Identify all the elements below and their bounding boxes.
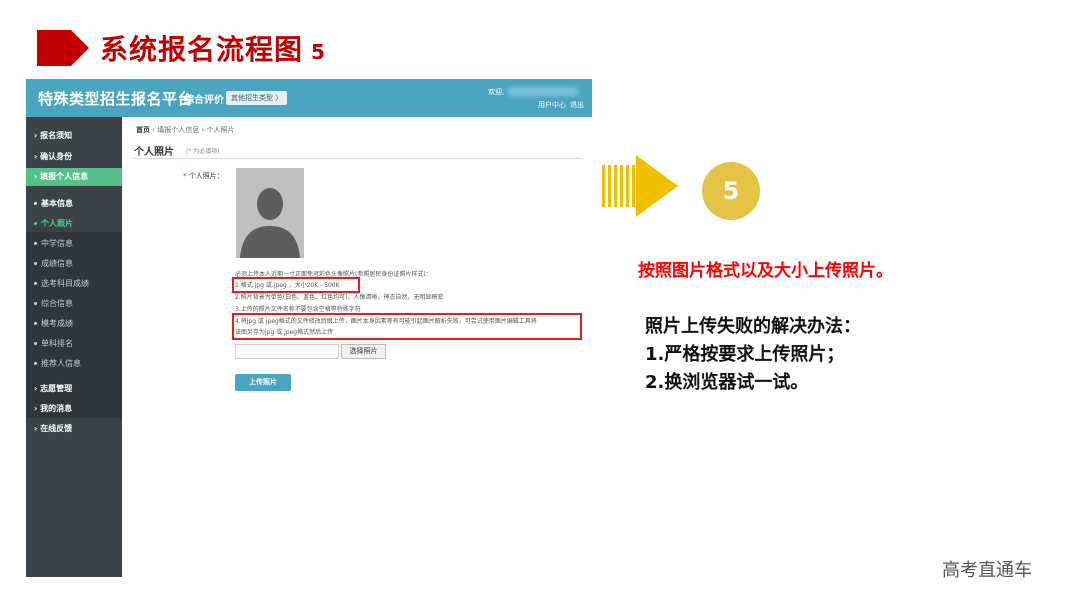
- bullet-icon: [34, 262, 37, 265]
- sidebar-sub-mock-scores[interactable]: 模考成绩: [26, 316, 122, 332]
- sidebar-sub-subject-rank[interactable]: 单科排名: [26, 336, 122, 352]
- title-arrow-icon: [37, 30, 89, 66]
- photo-field-label: * 个人照片：: [183, 171, 224, 181]
- stripe: [602, 165, 605, 207]
- sidebar-item-notice[interactable]: › 报名须知: [26, 127, 122, 145]
- stripe: [614, 165, 617, 207]
- sidebar-sub-label: 个人照片: [41, 219, 73, 228]
- platform-name: 特殊类型招生报名平台: [38, 90, 194, 108]
- sidebar-sub-comprehensive[interactable]: 综合信息: [26, 296, 122, 312]
- sidebar-item-feedback[interactable]: › 在线反馈: [26, 420, 122, 438]
- bullet-icon: [34, 242, 37, 245]
- highlight-format-box: [232, 277, 360, 293]
- sidebar-item-confirm-identity[interactable]: › 确认身份: [26, 148, 122, 166]
- upload-instruction: 按照图片格式以及大小上传照片。: [638, 261, 893, 281]
- sidebar-sub-label: 模考成绩: [41, 319, 73, 328]
- photo-placeholder: [236, 168, 304, 258]
- photo-field-label-text: 个人照片：: [188, 172, 224, 180]
- bullet-icon: [34, 222, 37, 225]
- slide-title-number: 5: [311, 40, 326, 64]
- chevron-right-icon: ›: [201, 126, 205, 134]
- breadcrumb-home[interactable]: 首页: [136, 126, 150, 134]
- logout-link[interactable]: 退出: [570, 101, 584, 109]
- sidebar-sub-elective-scores[interactable]: 选考科目成绩: [26, 276, 122, 292]
- chevron-right-icon: ›: [152, 126, 156, 134]
- stripe: [608, 165, 611, 207]
- admission-type-button[interactable]: 其他招生类型 〉: [226, 91, 288, 105]
- sidebar: › 报名须知 › 确认身份 › 填报个人信息 基本信息 个人照片 中学信息 成绩…: [26, 117, 122, 577]
- failure-solution-step-1: 1.严格按要求上传照片；: [645, 344, 845, 365]
- breadcrumb-mid[interactable]: 填报个人信息: [157, 126, 199, 134]
- upload-photo-button[interactable]: 上传照片: [235, 374, 291, 391]
- failure-solution-title: 照片上传失败的解决办法：: [645, 316, 861, 337]
- app-screenshot: 特殊类型招生报名平台 综合评价 其他招生类型 〉 欢迎, 用户中心 退出 › 报名…: [26, 79, 592, 577]
- bullet-icon: [34, 322, 37, 325]
- sidebar-sub-school[interactable]: 中学信息: [26, 236, 122, 252]
- section-divider: [132, 158, 582, 159]
- bullet-icon: [34, 362, 37, 365]
- stripe: [620, 165, 623, 207]
- sidebar-sub-photo[interactable]: 个人照片: [26, 216, 122, 232]
- failure-solution-step-2: 2.换浏览器试一试。: [645, 372, 809, 393]
- highlight-conversion-box: [232, 313, 582, 340]
- sidebar-sub-recommender[interactable]: 推荐人信息: [26, 356, 122, 372]
- user-center-link[interactable]: 用户中心: [538, 101, 566, 109]
- stripe: [632, 165, 635, 207]
- welcome-text: 欢迎,: [488, 88, 505, 96]
- sidebar-sub-label: 推荐人信息: [41, 359, 81, 368]
- eval-label: 综合评价: [184, 95, 224, 106]
- sidebar-sub-scores[interactable]: 成绩信息: [26, 256, 122, 272]
- sidebar-sub-label: 单科排名: [41, 339, 73, 348]
- stripe: [626, 165, 629, 207]
- arrow-right-icon: [636, 155, 678, 217]
- blurred-username: [508, 87, 578, 96]
- required-note-text: (* 为必填项): [186, 148, 220, 155]
- bullet-icon: [34, 342, 37, 345]
- stripes-decoration: [602, 165, 638, 207]
- user-links: 用户中心 退出: [534, 100, 584, 110]
- choose-photo-button[interactable]: 选择照片: [341, 344, 386, 359]
- app-header: 特殊类型招生报名平台 综合评价 其他招生类型 〉 欢迎, 用户中心 退出: [26, 79, 592, 117]
- sidebar-sub-label: 选考科目成绩: [41, 279, 89, 288]
- sidebar-sub-label: 成绩信息: [41, 259, 73, 268]
- footer-brand: 高考直通车: [942, 560, 1032, 581]
- required-asterisk: *: [183, 172, 187, 180]
- breadcrumb-current: 个人照片: [206, 126, 235, 134]
- slide-title-text: 系统报名流程图: [100, 33, 304, 66]
- slide: 系统报名流程图 5 特殊类型招生报名平台 综合评价 其他招生类型 〉 欢迎, 用户…: [0, 0, 1080, 608]
- requirement-background: 2.照片背景为单色(白色、蓝色、红色均可)，人像清晰，神态自然，无明显畸变: [235, 294, 444, 301]
- sidebar-item-volunteer[interactable]: › 志愿管理: [26, 380, 122, 398]
- sidebar-sub-label: 基本信息: [41, 199, 73, 208]
- step-number-badge: 5: [702, 162, 760, 220]
- sidebar-item-messages[interactable]: › 我的消息: [26, 400, 122, 418]
- slide-title: 系统报名流程图 5: [100, 28, 326, 68]
- bullet-icon: [34, 202, 37, 205]
- requirement-filename: 3.上传的照片文件名称不要包含空格等特殊字符: [235, 306, 361, 313]
- sidebar-sub-basic-info[interactable]: 基本信息: [26, 196, 122, 212]
- sidebar-sub-label: 中学信息: [41, 239, 73, 248]
- sidebar-sub-label: 综合信息: [41, 299, 73, 308]
- sidebar-item-personal-info[interactable]: › 填报个人信息: [26, 168, 122, 186]
- bullet-icon: [34, 282, 37, 285]
- bullet-icon: [34, 302, 37, 305]
- section-title: 个人照片: [134, 147, 174, 158]
- required-note: (* 为必填项): [186, 146, 220, 155]
- breadcrumb: 首页 › 填报个人信息 › 个人照片: [136, 125, 235, 135]
- file-path-input[interactable]: [235, 344, 339, 359]
